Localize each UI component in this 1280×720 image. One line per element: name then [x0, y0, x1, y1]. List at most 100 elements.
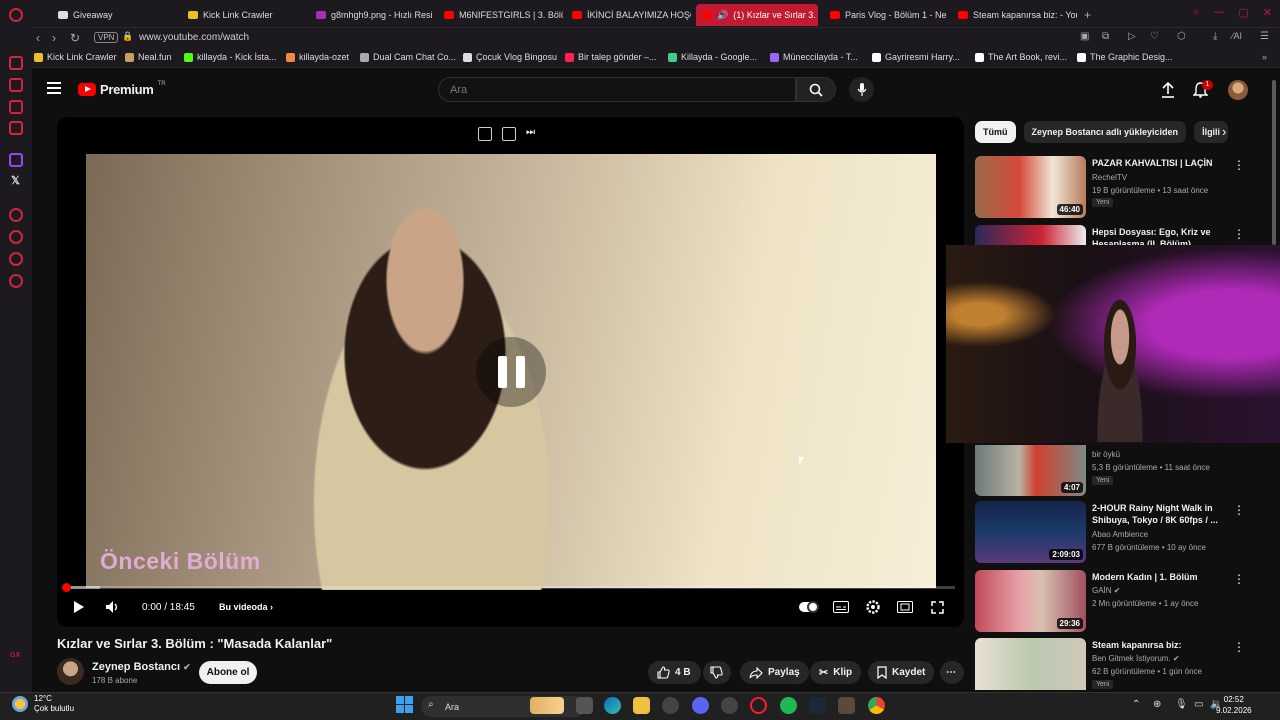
recommended-video[interactable]: Steam kapanırsa biz: Ben Gitmek İstiyoru… [975, 638, 1275, 690]
next-icon[interactable]: ⏭ [526, 127, 540, 141]
recommended-video[interactable]: 46:40 PAZAR KAHVALTISI | LAÇİN RechelTV … [975, 156, 1275, 218]
whatsapp-icon[interactable] [9, 78, 23, 92]
mic-icon[interactable]: 🎙 [1175, 699, 1188, 710]
scrollbar[interactable] [1272, 80, 1276, 245]
app-icon[interactable] [838, 697, 855, 714]
task-view-icon[interactable] [576, 697, 593, 714]
weather-widget[interactable]: 12°C Çok bulutlu [12, 694, 74, 714]
share-button[interactable]: Paylaş [740, 661, 809, 684]
hamburger-menu-icon[interactable] [47, 82, 61, 94]
bookmark[interactable]: Gayriresmi Harry... [872, 52, 960, 62]
more-actions-button[interactable]: ⋯ [940, 661, 964, 684]
play-button[interactable] [70, 596, 88, 618]
subscribe-button[interactable]: Abone ol [199, 661, 257, 684]
bookmark[interactable]: Neal.fun [125, 52, 172, 62]
network-icon[interactable]: ⊕ [1153, 699, 1161, 710]
opera-gx-icon[interactable] [750, 697, 767, 714]
new-tab-button[interactable]: + [1078, 4, 1097, 26]
speaker-icon[interactable]: 🔊 [717, 10, 728, 21]
tab-active[interactable]: 🔊 (1) Kızlar ve Sırlar 3. B [696, 4, 818, 26]
bookmark[interactable]: Bir talep gönder –... [565, 52, 657, 62]
channel-name[interactable]: Zeynep Bostancı ✔ [92, 661, 191, 673]
bookmarks-overflow-icon[interactable]: » [1262, 52, 1267, 62]
opera-logo-icon[interactable] [9, 8, 23, 22]
bookmark[interactable]: killayda - Kick İsta... [184, 52, 277, 62]
miniplayer-icon[interactable] [478, 127, 492, 141]
bookmark[interactable]: The Art Book, revi... [975, 52, 1067, 62]
dislike-button[interactable] [703, 661, 731, 684]
fullscreen-button[interactable] [928, 596, 946, 618]
autoplay-toggle[interactable] [798, 596, 820, 618]
menu-icon[interactable]: ☰ [1260, 31, 1269, 42]
heart-icon[interactable]: ♡ [1150, 31, 1159, 42]
music-icon[interactable] [9, 121, 23, 135]
recommended-video[interactable]: Hepsi Dosyası: Ego, Kriz ve Hesaplaşma (… [975, 225, 1275, 246]
edge-icon[interactable] [604, 697, 621, 714]
settings-icon[interactable] [9, 274, 23, 288]
recommended-video[interactable]: 29:36 Modern Kadın | 1. Bölüm GAİN ✔ 2 M… [975, 570, 1275, 632]
more-options-icon[interactable]: ⋮ [1233, 227, 1245, 241]
chip-uploader[interactable]: Zeynep Bostancı adlı yükleyiciden [1023, 121, 1187, 143]
start-button[interactable] [396, 696, 413, 713]
file-explorer-icon[interactable] [633, 697, 650, 714]
voice-search-button[interactable] [849, 77, 874, 102]
bookmark[interactable]: killayda-ozet [286, 52, 349, 62]
snapshot-icon[interactable]: ▣ [1080, 31, 1089, 42]
search-button[interactable] [796, 77, 836, 102]
channel-avatar[interactable] [57, 658, 84, 685]
play-icon[interactable]: ▷ [1128, 31, 1136, 42]
tab[interactable]: İKİNCİ BALAYIMIZA HOŞG [566, 4, 691, 26]
discord-icon[interactable] [692, 697, 709, 714]
extensions-icon[interactable]: ⬡ [1177, 31, 1186, 42]
url-field[interactable]: www.youtube.com/watch [139, 32, 249, 43]
vpn-badge[interactable]: VPN [94, 32, 119, 43]
upload-icon[interactable] [1161, 81, 1175, 103]
display-icon[interactable]: ▭ [1194, 699, 1203, 710]
maximize-icon[interactable]: ▢ [1238, 6, 1248, 19]
chips-next-icon[interactable]: › [1222, 124, 1226, 139]
video-thumbnail[interactable] [975, 638, 1086, 690]
bookmark[interactable]: Dual Cam Chat Co... [360, 52, 456, 62]
bookmark[interactable]: Müneccilayda - T... [770, 52, 858, 62]
back-icon[interactable]: ‹ [36, 31, 40, 45]
messenger-icon[interactable] [9, 56, 23, 70]
tab[interactable]: Paris Vlog - Bölüm 1 - Ne [824, 4, 949, 26]
video-thumbnail[interactable] [975, 225, 1086, 245]
tray-overflow-icon[interactable]: ⌃ [1132, 699, 1140, 710]
search-input[interactable] [438, 77, 796, 102]
bookmark[interactable]: Killayda - Google... [668, 52, 757, 62]
more-options-icon[interactable]: ⋮ [1233, 572, 1245, 586]
avatar[interactable] [1228, 80, 1248, 100]
lock-icon[interactable]: 🔒 [122, 31, 133, 42]
recommended-video[interactable]: 2:09:03 2-HOUR Rainy Night Walk in Shibu… [975, 501, 1275, 563]
more-options-icon[interactable]: ⋮ [1233, 640, 1245, 654]
more-options-icon[interactable]: ⋮ [1233, 158, 1245, 172]
recommended-video[interactable]: 4:07 bir öykü 5,3 B görüntüleme • 11 saa… [975, 445, 1275, 497]
pip-icon[interactable]: ⧉ [1102, 31, 1109, 42]
reload-icon[interactable]: ↻ [70, 31, 80, 45]
chat-icon[interactable] [9, 100, 23, 114]
pause-overlay-icon[interactable] [476, 337, 546, 407]
forward-icon[interactable]: › [52, 31, 56, 45]
youtube-premium-logo[interactable]: Premium TR [78, 81, 166, 97]
ai-icon[interactable]: ⁄AI [1232, 31, 1242, 41]
clip-button[interactable]: ✂ Klip [810, 661, 862, 684]
player-icon[interactable] [9, 208, 23, 222]
tab[interactable]: g8mhgh9.png - Hızlı Resi [310, 4, 435, 26]
chrome-icon[interactable] [868, 697, 885, 714]
tab[interactable]: Steam kapanırsa biz: - You [952, 4, 1077, 26]
bookmark[interactable]: Çocuk Vlog Bingosu [463, 52, 557, 62]
minimize-icon[interactable]: — [1213, 6, 1224, 19]
clock[interactable]: 02:52 9.02.2026 [1216, 694, 1252, 716]
chip-all[interactable]: Tümü [975, 121, 1016, 143]
video-thumbnail[interactable]: 2:09:03 [975, 501, 1086, 563]
app-icon[interactable] [662, 697, 679, 714]
settings-button[interactable] [864, 596, 882, 618]
chapter-link[interactable]: Bu videoda › [219, 602, 273, 612]
volume-button[interactable] [104, 596, 122, 618]
search-tabs-icon[interactable]: ⌕ [1193, 6, 1199, 19]
spotify-icon[interactable] [780, 697, 797, 714]
download-icon[interactable]: ⤓ [1213, 31, 1217, 42]
tab[interactable]: M6NIFESTGIRLS | 3. Bölü [438, 4, 563, 26]
extensions-icon[interactable] [9, 252, 23, 266]
